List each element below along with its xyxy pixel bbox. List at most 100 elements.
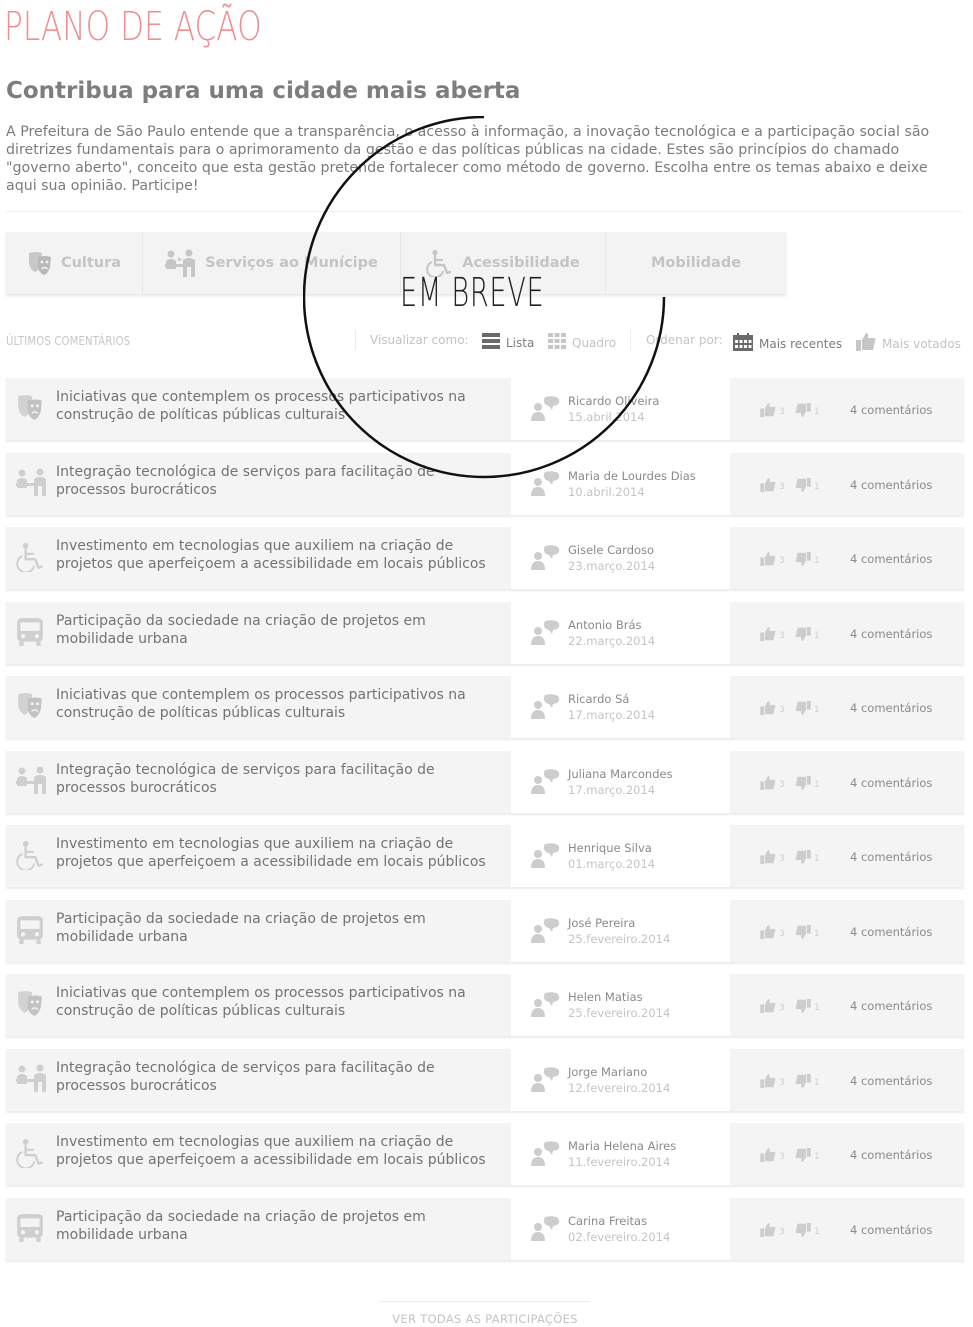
- comments-link[interactable]: 4 comentários: [850, 627, 932, 641]
- comment-row[interactable]: Integração tecnológica de serviços para …: [6, 453, 964, 515]
- topic-title[interactable]: Investimento em tecnologias que auxiliem…: [56, 835, 506, 871]
- like-button[interactable]: 3: [760, 1222, 785, 1241]
- topic-title[interactable]: Investimento em tecnologias que auxiliem…: [56, 1133, 506, 1169]
- comment-row[interactable]: Integração tecnológica de serviços para …: [6, 1049, 964, 1111]
- dislike-button[interactable]: 1: [795, 626, 820, 645]
- comment-row[interactable]: Iniciativas que contemplem os processos …: [6, 378, 964, 440]
- topic-cell[interactable]: Integração tecnológica de serviços para …: [6, 1049, 511, 1111]
- comment-row[interactable]: Participação da sociedade na criação de …: [6, 900, 964, 962]
- topic-title[interactable]: Participação da sociedade na criação de …: [56, 910, 506, 946]
- author-cell: Henrique Silva 01.março.2014: [511, 825, 730, 887]
- topic-cell[interactable]: Iniciativas que contemplem os processos …: [6, 676, 511, 738]
- like-button[interactable]: 3: [760, 1147, 785, 1166]
- comments-link[interactable]: 4 comentários: [850, 1223, 932, 1237]
- dislike-count: 1: [814, 1077, 820, 1088]
- topic-cell[interactable]: Iniciativas que contemplem os processos …: [6, 378, 511, 440]
- thumbs-up-icon: [760, 1147, 776, 1166]
- like-button[interactable]: 3: [760, 775, 785, 794]
- like-button[interactable]: 3: [760, 477, 785, 496]
- tab-cultura[interactable]: Cultura: [6, 232, 143, 294]
- dislike-button[interactable]: 1: [795, 1147, 820, 1166]
- like-button[interactable]: 3: [760, 924, 785, 943]
- stats-cell: 3 1 4 comentários: [730, 676, 964, 738]
- dislike-button[interactable]: 1: [795, 402, 820, 421]
- like-button[interactable]: 3: [760, 1073, 785, 1092]
- people-service-icon: [16, 1064, 48, 1096]
- comments-link[interactable]: 4 comentários: [850, 1148, 932, 1162]
- dislike-button[interactable]: 1: [795, 924, 820, 943]
- topic-cell[interactable]: Participação da sociedade na criação de …: [6, 602, 511, 664]
- sort-voted-button[interactable]: Mais votados: [856, 333, 961, 354]
- like-button[interactable]: 3: [760, 700, 785, 719]
- stats-cell: 3 1 4 comentários: [730, 527, 964, 589]
- topic-cell[interactable]: Investimento em tecnologias que auxiliem…: [6, 825, 511, 887]
- comments-link[interactable]: 4 comentários: [850, 776, 932, 790]
- separator: [630, 330, 631, 350]
- comment-row[interactable]: Investimento em tecnologias que auxiliem…: [6, 527, 964, 589]
- dislike-button[interactable]: 1: [795, 775, 820, 794]
- author-cell: José Pereira 25.fevereiro.2014: [511, 900, 730, 962]
- thumbs-down-icon: [795, 402, 811, 421]
- topic-cell[interactable]: Integração tecnológica de serviços para …: [6, 751, 511, 813]
- topic-title[interactable]: Investimento em tecnologias que auxiliem…: [56, 537, 506, 573]
- topic-title[interactable]: Iniciativas que contemplem os processos …: [56, 686, 506, 722]
- topic-title[interactable]: Participação da sociedade na criação de …: [56, 612, 506, 648]
- dislike-button[interactable]: 1: [795, 477, 820, 496]
- like-button[interactable]: 3: [760, 402, 785, 421]
- comments-link[interactable]: 4 comentários: [850, 478, 932, 492]
- topic-cell[interactable]: Participação da sociedade na criação de …: [6, 900, 511, 962]
- dislike-count: 1: [814, 406, 820, 417]
- view-list-label: Lista: [506, 335, 535, 350]
- comments-link[interactable]: 4 comentários: [850, 403, 932, 417]
- topic-cell[interactable]: Investimento em tecnologias que auxiliem…: [6, 1123, 511, 1185]
- topic-title[interactable]: Iniciativas que contemplem os processos …: [56, 984, 506, 1020]
- topic-cell[interactable]: Participação da sociedade na criação de …: [6, 1198, 511, 1260]
- author-cell: Maria de Lourdes Dias 10.abril.2014: [511, 453, 730, 515]
- sort-recent-button[interactable]: Mais recentes: [733, 333, 842, 354]
- topic-cell[interactable]: Integração tecnológica de serviços para …: [6, 453, 511, 515]
- thumbs-down-icon: [795, 1222, 811, 1241]
- author-name: Ricardo Sá: [568, 692, 630, 706]
- dislike-button[interactable]: 1: [795, 998, 820, 1017]
- comments-link[interactable]: 4 comentários: [850, 850, 932, 864]
- comment-row[interactable]: Participação da sociedade na criação de …: [6, 1198, 964, 1260]
- comment-row[interactable]: Integração tecnológica de serviços para …: [6, 751, 964, 813]
- dislike-button[interactable]: 1: [795, 1073, 820, 1092]
- view-grid-button[interactable]: Quadro: [548, 333, 616, 352]
- comments-link[interactable]: 4 comentários: [850, 925, 932, 939]
- comment-row[interactable]: Investimento em tecnologias que auxiliem…: [6, 1123, 964, 1185]
- user-comment-icon: [531, 693, 561, 723]
- like-button[interactable]: 3: [760, 849, 785, 868]
- people-service-icon: [16, 766, 48, 798]
- comments-link[interactable]: 4 comentários: [850, 1074, 932, 1088]
- comments-link[interactable]: 4 comentários: [850, 999, 932, 1013]
- like-count: 3: [779, 555, 785, 566]
- view-list-button[interactable]: Lista: [482, 333, 534, 352]
- comment-row[interactable]: Iniciativas que contemplem os processos …: [6, 676, 964, 738]
- comment-row[interactable]: Iniciativas que contemplem os processos …: [6, 974, 964, 1036]
- view-all-link[interactable]: VER TODAS AS PARTICIPAÇÕES: [380, 1301, 590, 1326]
- topic-title[interactable]: Participação da sociedade na criação de …: [56, 1208, 506, 1244]
- topic-title[interactable]: Integração tecnológica de serviços para …: [56, 463, 506, 499]
- topic-title[interactable]: Integração tecnológica de serviços para …: [56, 761, 506, 797]
- dislike-button[interactable]: 1: [795, 1222, 820, 1241]
- like-button[interactable]: 3: [760, 551, 785, 570]
- comments-link[interactable]: 4 comentários: [850, 701, 932, 715]
- comment-row[interactable]: Participação da sociedade na criação de …: [6, 602, 964, 664]
- comment-date: 15.abril.2014: [568, 410, 645, 424]
- like-button[interactable]: 3: [760, 998, 785, 1017]
- comments-link[interactable]: 4 comentários: [850, 552, 932, 566]
- dislike-button[interactable]: 1: [795, 700, 820, 719]
- tab-servicos[interactable]: Serviços ao Munícipe: [143, 232, 401, 294]
- topic-title[interactable]: Integração tecnológica de serviços para …: [56, 1059, 506, 1095]
- dislike-button[interactable]: 1: [795, 551, 820, 570]
- topic-title[interactable]: Iniciativas que contemplem os processos …: [56, 388, 506, 424]
- topic-cell[interactable]: Iniciativas que contemplem os processos …: [6, 974, 511, 1036]
- thumbs-down-icon: [795, 998, 811, 1017]
- like-button[interactable]: 3: [760, 626, 785, 645]
- comment-row[interactable]: Investimento em tecnologias que auxiliem…: [6, 825, 964, 887]
- author-name: Henrique Silva: [568, 841, 652, 855]
- topic-cell[interactable]: Investimento em tecnologias que auxiliem…: [6, 527, 511, 589]
- tab-mobilidade[interactable]: Mobilidade: [606, 232, 786, 294]
- dislike-button[interactable]: 1: [795, 849, 820, 868]
